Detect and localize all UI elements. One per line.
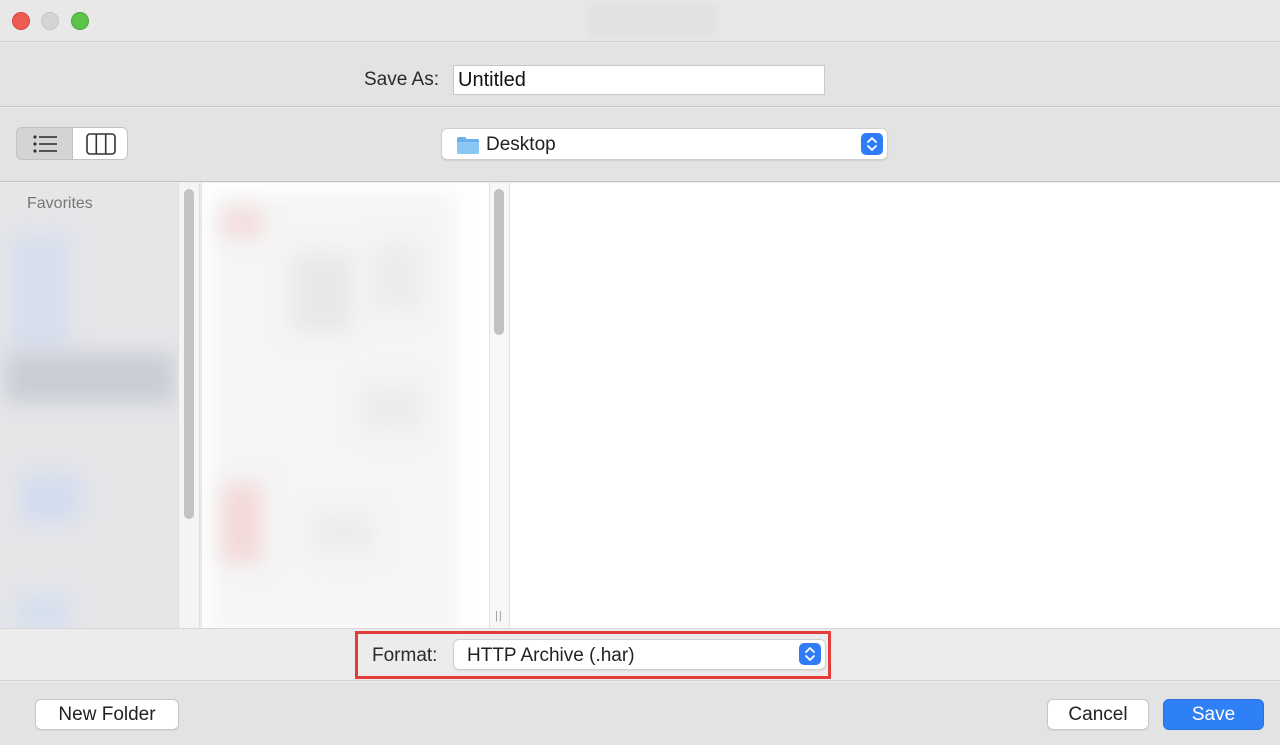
- blurred-file-item: [222, 483, 262, 563]
- location-stepper: [861, 133, 883, 155]
- format-label: Format:: [372, 645, 438, 666]
- save-as-label: Save As:: [364, 69, 439, 90]
- sidebar-scrollbar-thumb[interactable]: [184, 189, 194, 519]
- sidebar-header-favorites: Favorites: [27, 195, 93, 212]
- list-view-icon: [32, 134, 57, 153]
- save-dialog-window: Save As: Untitled Desktop Favorites || F…: [0, 0, 1280, 745]
- save-as-row: Save As:: [0, 43, 1280, 107]
- blurred-file-item: [222, 208, 262, 238]
- sidebar: Favorites: [0, 183, 178, 633]
- zoom-window-button[interactable]: [71, 12, 89, 30]
- blurred-file-item: [372, 243, 422, 313]
- new-folder-button[interactable]: New Folder: [35, 699, 179, 730]
- format-row: Format: HTTP Archive (.har): [0, 628, 1280, 681]
- column-view-button[interactable]: [72, 128, 127, 159]
- blurred-file-item: [362, 383, 422, 433]
- sidebar-scrollbar[interactable]: [178, 183, 200, 628]
- close-window-button[interactable]: [12, 12, 30, 30]
- format-value: HTTP Archive (.har): [467, 645, 635, 666]
- blurred-sidebar-content: [10, 233, 70, 353]
- blurred-sidebar-content: [15, 593, 70, 633]
- column-view-icon: [85, 132, 116, 155]
- window-title-blurred: [588, 4, 718, 38]
- blurred-file-item: [292, 253, 352, 333]
- location-label: Desktop: [486, 134, 556, 155]
- title-bar: [0, 0, 1280, 42]
- dialog-button-bar: New Folder Cancel Save: [0, 682, 1280, 745]
- location-popup[interactable]: Desktop: [441, 128, 888, 160]
- view-mode-segmented-control: [16, 127, 128, 160]
- chevron-up-down-icon: [805, 647, 815, 661]
- browser-toolbar: Desktop: [0, 108, 1280, 182]
- blurred-sidebar-content: [20, 473, 80, 523]
- folder-icon: [457, 137, 479, 154]
- cancel-button[interactable]: Cancel: [1047, 699, 1149, 730]
- format-stepper: [799, 643, 821, 665]
- minimize-window-button[interactable]: [41, 12, 59, 30]
- chevron-up-down-icon: [867, 137, 877, 151]
- list-view-button[interactable]: [17, 128, 72, 159]
- browser-column-2: [510, 183, 1280, 628]
- blurred-file-item: [312, 513, 372, 553]
- save-button[interactable]: Save: [1163, 699, 1264, 730]
- format-popup[interactable]: HTTP Archive (.har): [453, 639, 826, 670]
- column-1-scrollbar[interactable]: ||: [489, 183, 510, 628]
- save-as-input[interactable]: [453, 65, 825, 95]
- column-resize-handle[interactable]: ||: [495, 610, 503, 622]
- browser-column-1: [201, 183, 489, 628]
- blurred-sidebar-selection: [5, 353, 175, 403]
- column-1-scrollbar-thumb[interactable]: [494, 189, 504, 335]
